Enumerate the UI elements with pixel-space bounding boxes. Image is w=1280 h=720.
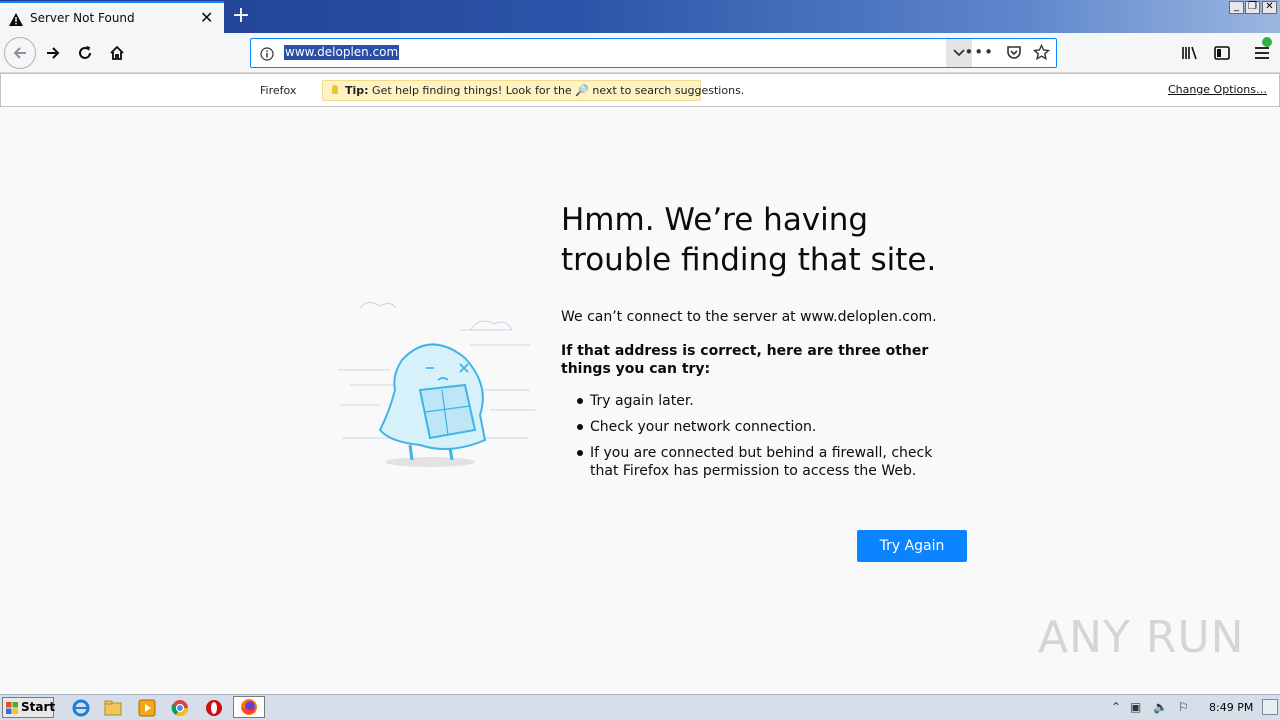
list-item: If you are connected but behind a firewa… (576, 444, 956, 480)
change-options-link[interactable]: Change Options… (1168, 83, 1267, 96)
info-icon[interactable] (260, 46, 274, 65)
library-icon[interactable] (1174, 37, 1206, 69)
search-tip-bar: Firefox Tip: Get help finding things! Lo… (0, 73, 1280, 107)
minimize-button[interactable]: _ (1229, 1, 1244, 14)
pocket-icon[interactable] (1006, 45, 1022, 64)
watermark-logo: ANY RUN (1038, 612, 1245, 663)
action-center-flag-icon[interactable]: ⚐ (1178, 700, 1189, 714)
error-illustration (330, 290, 540, 479)
list-item: Try again later. (576, 392, 956, 410)
firefox-icon (241, 699, 257, 715)
url-bar[interactable]: www.deloplen.com ••• (250, 38, 1057, 68)
opera-icon[interactable] (205, 699, 223, 717)
show-desktop-button[interactable] (1262, 699, 1278, 715)
window-close-button[interactable]: ✕ (1262, 1, 1277, 14)
list-item: Check your network connection. (576, 418, 956, 436)
tip-text: Get help finding things! Look for the (372, 84, 572, 97)
error-subhead: If that address is correct, here are thr… (561, 343, 929, 377)
tips-list: Try again later. Check your network conn… (576, 392, 956, 488)
star-icon[interactable] (1032, 43, 1051, 65)
tab-title: Server Not Found (30, 11, 135, 25)
error-description: We can’t connect to the server at www.de… (561, 309, 937, 325)
title-bar: Server Not Found ✕ + _ ❐ ✕ (0, 0, 1280, 33)
lightbulb-icon (332, 85, 338, 94)
media-player-icon[interactable] (138, 699, 156, 717)
close-icon[interactable]: ✕ (200, 8, 213, 27)
reload-icon[interactable] (69, 37, 101, 69)
url-text[interactable]: www.deloplen.com (284, 45, 400, 60)
clock[interactable]: 8:49 PM (1209, 701, 1253, 714)
plus-icon[interactable]: + (230, 2, 252, 30)
taskbar: Start ⌃ ▣ 🔈 ⚐ 8:49 PM (0, 694, 1280, 720)
warning-icon (9, 11, 23, 30)
restore-button[interactable]: ❐ (1245, 1, 1260, 14)
folder-icon[interactable] (104, 699, 122, 717)
error-title: Hmm. We’re having trouble finding that s… (561, 202, 937, 278)
tab-server-not-found[interactable]: Server Not Found ✕ (0, 1, 224, 33)
network-icon[interactable]: ▣ (1130, 700, 1141, 714)
home-icon[interactable] (101, 37, 133, 69)
firefox-taskbar-button[interactable] (233, 696, 265, 718)
tray-expand-icon[interactable]: ⌃ (1111, 700, 1121, 714)
tip-box: Tip: Get help finding things! Look for t… (322, 80, 744, 101)
forward-arrow-icon[interactable] (37, 37, 69, 69)
tip-text-after: next to search suggestions. (592, 84, 745, 97)
more-icon[interactable]: ••• (964, 43, 994, 61)
back-arrow-icon[interactable] (4, 37, 36, 69)
internet-explorer-icon[interactable] (72, 699, 90, 717)
try-again-button[interactable]: Try Again (857, 530, 967, 562)
chrome-icon[interactable] (171, 699, 189, 717)
tip-label: Tip: (345, 84, 369, 97)
windows-flag-icon (6, 702, 18, 714)
volume-icon[interactable]: 🔈 (1153, 700, 1168, 714)
navigation-bar: www.deloplen.com ••• (0, 33, 1280, 73)
sidebar-icon[interactable] (1206, 37, 1238, 69)
start-label: Start (21, 700, 56, 714)
magnifier-icon: 🔎 (575, 84, 589, 97)
start-button[interactable]: Start (2, 697, 56, 718)
update-badge (1262, 37, 1272, 47)
search-engine-label: Firefox (260, 84, 297, 97)
